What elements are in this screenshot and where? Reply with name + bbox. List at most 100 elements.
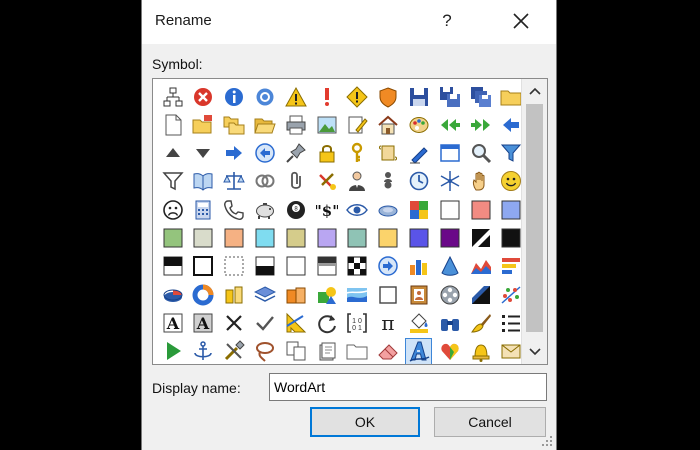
symbol-cell[interactable] (282, 225, 309, 252)
symbol-cell[interactable] (467, 168, 494, 195)
symbol-cell[interactable] (221, 111, 248, 138)
symbol-cell[interactable] (405, 140, 432, 167)
display-name-input[interactable] (269, 373, 547, 401)
symbol-cell[interactable] (436, 309, 463, 336)
symbol-cell[interactable] (344, 168, 371, 195)
symbol-cell[interactable] (405, 281, 432, 308)
symbol-cell[interactable] (467, 111, 494, 138)
close-button[interactable] (504, 6, 538, 36)
symbol-cell[interactable] (282, 111, 309, 138)
symbol-cell[interactable] (221, 225, 248, 252)
symbol-cell[interactable] (282, 253, 309, 280)
symbol-cell[interactable] (436, 168, 463, 195)
symbol-cell[interactable] (436, 83, 463, 110)
symbol-cell[interactable] (221, 281, 248, 308)
symbol-cell[interactable] (282, 338, 309, 364)
symbol-cell[interactable] (375, 338, 402, 364)
symbol-cell[interactable] (344, 338, 371, 364)
symbol-cell[interactable] (159, 111, 186, 138)
symbol-cell[interactable] (344, 140, 371, 167)
symbol-cell[interactable] (405, 225, 432, 252)
symbol-cell[interactable] (467, 83, 494, 110)
symbol-cell[interactable] (190, 253, 217, 280)
symbol-cell[interactable] (282, 281, 309, 308)
symbol-cell[interactable] (344, 253, 371, 280)
symbol-cell[interactable] (313, 83, 340, 110)
symbol-cell[interactable]: A (190, 309, 217, 336)
symbol-cell[interactable] (405, 83, 432, 110)
symbol-cell[interactable] (344, 111, 371, 138)
symbol-cell[interactable] (344, 196, 371, 223)
symbol-cell[interactable] (221, 309, 248, 336)
symbol-cell[interactable] (405, 168, 432, 195)
resize-grip-icon[interactable] (541, 435, 553, 447)
symbol-cell[interactable] (405, 337, 433, 364)
symbol-cell[interactable] (375, 196, 402, 223)
symbol-cell[interactable] (436, 338, 463, 364)
symbol-cell[interactable] (251, 196, 278, 223)
symbol-cell[interactable] (251, 309, 278, 336)
symbol-cell[interactable] (221, 83, 248, 110)
symbol-cell[interactable]: 8 (282, 196, 309, 223)
symbol-cell[interactable] (375, 225, 402, 252)
symbol-cell[interactable] (190, 225, 217, 252)
symbol-cell[interactable] (251, 281, 278, 308)
cancel-button[interactable]: Cancel (434, 407, 546, 437)
symbol-cell[interactable] (375, 111, 402, 138)
symbol-cell[interactable] (405, 111, 432, 138)
symbol-cell[interactable] (190, 111, 217, 138)
scroll-down-button[interactable] (522, 342, 547, 362)
scroll-up-button[interactable] (522, 81, 547, 101)
vertical-scrollbar[interactable] (521, 79, 547, 364)
symbol-cell[interactable] (375, 83, 402, 110)
symbol-cell[interactable] (251, 168, 278, 195)
help-button[interactable]: ? (432, 6, 462, 36)
symbol-cell[interactable] (190, 140, 217, 167)
symbol-cell[interactable] (467, 309, 494, 336)
symbol-cell[interactable] (344, 225, 371, 252)
symbol-cell[interactable] (159, 253, 186, 280)
symbol-cell[interactable] (251, 83, 278, 110)
symbol-cell[interactable] (221, 253, 248, 280)
symbol-cell[interactable] (436, 196, 463, 223)
symbol-cell[interactable] (251, 338, 278, 364)
symbol-cell[interactable] (190, 83, 217, 110)
symbol-cell[interactable] (313, 309, 340, 336)
symbol-cell[interactable] (313, 253, 340, 280)
symbol-cell[interactable] (190, 338, 217, 364)
symbol-cell[interactable]: "$" (313, 196, 340, 223)
symbol-cell[interactable] (405, 309, 432, 336)
symbol-cell[interactable] (282, 309, 309, 336)
symbol-cell[interactable] (375, 168, 402, 195)
symbol-cell[interactable] (251, 225, 278, 252)
symbol-cell[interactable] (190, 196, 217, 223)
symbol-cell[interactable] (467, 253, 494, 280)
symbol-cell[interactable] (159, 83, 186, 110)
symbol-cell[interactable]: π (375, 309, 402, 336)
symbol-cell[interactable] (436, 225, 463, 252)
symbol-cell[interactable] (159, 225, 186, 252)
symbol-cell[interactable] (282, 140, 309, 167)
symbol-cell[interactable] (405, 196, 432, 223)
symbol-cell[interactable] (221, 196, 248, 223)
symbol-cell[interactable] (405, 253, 432, 280)
symbol-cell[interactable] (313, 111, 340, 138)
symbol-cell[interactable] (313, 281, 340, 308)
symbol-cell[interactable] (221, 168, 248, 195)
symbol-cell[interactable] (159, 281, 186, 308)
symbol-cell[interactable] (467, 140, 494, 167)
symbol-cell[interactable] (282, 83, 309, 110)
symbol-cell[interactable] (190, 168, 217, 195)
symbol-cell[interactable] (375, 140, 402, 167)
symbol-cell[interactable] (467, 196, 494, 223)
symbol-cell[interactable] (251, 140, 278, 167)
symbol-cell[interactable] (467, 281, 494, 308)
symbol-cell[interactable] (221, 338, 248, 364)
symbol-cell[interactable] (344, 281, 371, 308)
symbol-cell[interactable] (282, 168, 309, 195)
symbol-cell[interactable] (313, 168, 340, 195)
symbol-cell[interactable] (159, 338, 186, 364)
symbol-cell[interactable] (436, 281, 463, 308)
symbol-cell[interactable] (159, 140, 186, 167)
symbol-cell[interactable]: 1 00 1 (344, 309, 371, 336)
